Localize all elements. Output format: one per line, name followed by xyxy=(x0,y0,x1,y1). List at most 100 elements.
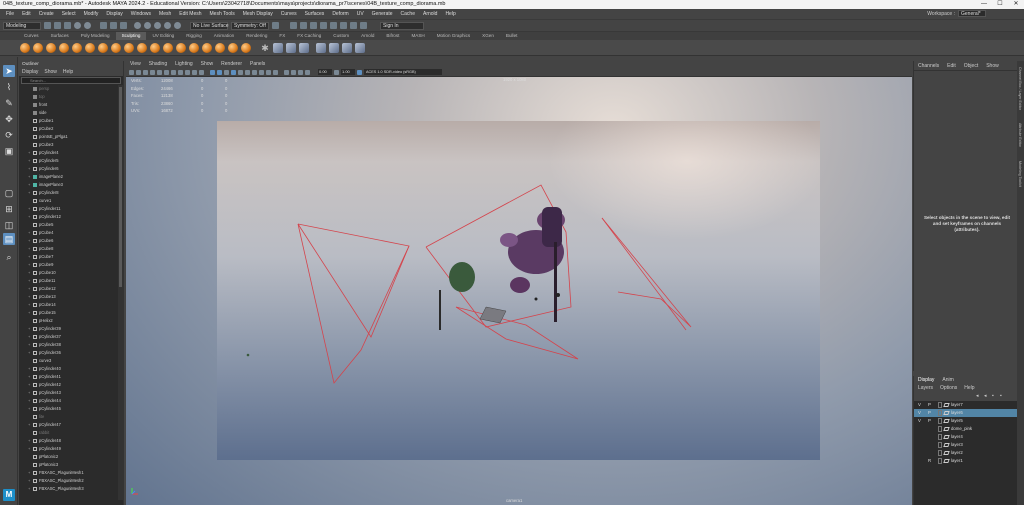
layers-menu[interactable]: Layers xyxy=(918,384,933,392)
imprint-tool-icon[interactable] xyxy=(137,42,147,53)
gate-mask-icon[interactable] xyxy=(178,69,183,75)
menu-deform[interactable]: Deform xyxy=(328,11,352,17)
layer-playback-toggle[interactable]: P xyxy=(928,401,931,409)
undo-icon[interactable] xyxy=(74,22,81,29)
shelf-tab-animation[interactable]: Animation xyxy=(208,32,240,40)
expand-icon[interactable]: + xyxy=(28,213,30,221)
shelf-tab-custom[interactable]: Custom xyxy=(327,32,355,40)
menu-set-dropdown[interactable]: Modeling xyxy=(3,21,41,30)
outliner-item[interactable]: + pCylinder11 xyxy=(19,205,117,213)
outliner-item[interactable]: top xyxy=(19,93,117,101)
outliner-item[interactable]: pCube2 xyxy=(19,125,117,133)
tab-anim[interactable]: Anim xyxy=(942,376,953,384)
outliner-item[interactable]: persp xyxy=(19,85,117,93)
outliner-item[interactable]: side xyxy=(19,109,117,117)
expand-icon[interactable]: + xyxy=(28,365,30,373)
layer-color-swatch[interactable] xyxy=(938,410,942,416)
expand-icon[interactable]: + xyxy=(28,389,30,397)
close-button[interactable]: ✕ xyxy=(1008,0,1024,9)
repeat-tool-icon[interactable] xyxy=(124,42,134,53)
layer-row[interactable]: V Player5 xyxy=(914,417,1017,425)
construction-history-icon[interactable] xyxy=(272,22,279,29)
freeze-tool-icon[interactable] xyxy=(241,42,251,53)
menu-create[interactable]: Create xyxy=(35,11,58,17)
outliner-item[interactable]: + pCylinder45 xyxy=(19,405,117,413)
expand-icon[interactable]: + xyxy=(28,237,30,245)
outliner-item[interactable]: + imagePlane2 xyxy=(19,173,117,181)
move-tool-icon[interactable]: ✥ xyxy=(3,113,15,125)
expand-icon[interactable]: + xyxy=(28,445,30,453)
menu-curves[interactable]: Curves xyxy=(277,11,301,17)
outliner-item[interactable]: + pCylinder42 xyxy=(19,381,117,389)
shelf-tab-rigging[interactable]: Rigging xyxy=(180,32,208,40)
menu-uv[interactable]: UV xyxy=(353,11,368,17)
shelf-tab-arnold[interactable]: Arnold xyxy=(355,32,380,40)
color-management-icon[interactable] xyxy=(357,69,362,75)
expand-icon[interactable]: + xyxy=(28,469,30,477)
arnold-render-icon[interactable] xyxy=(330,22,337,29)
side-tab-modeling-toolkit[interactable]: Modeling Toolkit xyxy=(1018,161,1022,187)
layer-playback-toggle[interactable]: P xyxy=(928,417,931,425)
layer-color-swatch[interactable] xyxy=(938,426,942,432)
convert-to-frozen-icon[interactable] xyxy=(273,42,283,53)
edit-menu[interactable]: Edit xyxy=(947,61,956,70)
live-surface-dropdown[interactable]: No Live Surface xyxy=(190,21,229,30)
knife-tool-icon[interactable] xyxy=(189,42,199,53)
expand-icon[interactable]: + xyxy=(28,437,30,445)
maximize-button[interactable]: ☐ xyxy=(992,0,1008,9)
layer-visibility-toggle[interactable]: V xyxy=(918,417,921,425)
unfreeze-all-icon[interactable] xyxy=(299,42,309,53)
expand-icon[interactable]: + xyxy=(28,277,30,285)
expand-icon[interactable]: + xyxy=(28,301,30,309)
outliner-item[interactable]: + pCylinder37 xyxy=(19,333,117,341)
layer-playback-toggle[interactable]: P xyxy=(928,409,931,417)
transfer-icon[interactable] xyxy=(355,42,365,53)
outliner-item[interactable]: + pCube9 xyxy=(19,261,117,269)
outliner-item[interactable]: + pCylinder43 xyxy=(19,389,117,397)
shelf-tab-curves[interactable]: Curves xyxy=(18,32,45,40)
layer-color-swatch[interactable] xyxy=(938,402,942,408)
new-layer-icon[interactable]: ▪ xyxy=(992,394,997,399)
depth-of-field-icon[interactable] xyxy=(273,69,278,75)
outliner-layout-icon[interactable]: ▤ xyxy=(3,233,15,245)
new-layer-selected-icon[interactable]: ▪ xyxy=(1000,394,1005,399)
menu-select[interactable]: Select xyxy=(58,11,80,17)
snap-surface-icon[interactable] xyxy=(174,22,181,29)
gamma-field[interactable]: 1.00 xyxy=(341,69,355,75)
select-hierarchy-icon[interactable] xyxy=(100,22,107,29)
open-scene-icon[interactable] xyxy=(54,22,61,29)
help-menu[interactable]: Help xyxy=(964,384,974,392)
film-gate-icon[interactable] xyxy=(164,69,169,75)
new-scene-icon[interactable] xyxy=(44,22,51,29)
show-menu[interactable]: Show xyxy=(986,61,999,70)
search-icon[interactable]: ⌕ xyxy=(3,251,15,263)
resolution-gate-icon[interactable] xyxy=(171,69,176,75)
expand-icon[interactable]: + xyxy=(28,349,30,357)
bookmark-icon[interactable] xyxy=(143,69,148,75)
outliner-item[interactable]: + pCube6 xyxy=(19,237,117,245)
sign-in-dropdown[interactable]: Sign In xyxy=(380,21,424,30)
layer-visibility-toggle[interactable]: V xyxy=(918,401,921,409)
move-layer-down-icon[interactable]: ◂ xyxy=(984,394,989,399)
smear-tool-icon[interactable] xyxy=(202,42,212,53)
menu-modify[interactable]: Modify xyxy=(80,11,103,17)
scale-tool-icon[interactable]: ▣ xyxy=(3,145,15,157)
expand-icon[interactable]: + xyxy=(28,309,30,317)
viewport-menu-lighting[interactable]: Lighting xyxy=(175,61,193,68)
shelf-tab-mash[interactable]: MASH xyxy=(405,32,430,40)
shelf-tab-rendering[interactable]: Rendering xyxy=(240,32,273,40)
menu-mesh[interactable]: Mesh xyxy=(155,11,175,17)
menu-edit[interactable]: Edit xyxy=(18,11,35,17)
viewport-menu-view[interactable]: View xyxy=(130,61,141,68)
outliner-item[interactable]: pCube3 xyxy=(19,141,117,149)
invert-freeze-icon[interactable] xyxy=(286,42,296,53)
grab-tool-icon[interactable] xyxy=(59,42,69,53)
use-lights-icon[interactable] xyxy=(238,69,243,75)
outliner-item[interactable]: curve1 xyxy=(19,197,117,205)
shelf-tab-fx-caching[interactable]: FX Caching xyxy=(291,32,327,40)
layer-row[interactable]: layer3 xyxy=(914,441,1017,449)
outliner-item[interactable]: + pCube13 xyxy=(19,293,117,301)
redo-icon[interactable] xyxy=(84,22,91,29)
expand-icon[interactable]: + xyxy=(28,381,30,389)
save-scene-icon[interactable] xyxy=(64,22,71,29)
